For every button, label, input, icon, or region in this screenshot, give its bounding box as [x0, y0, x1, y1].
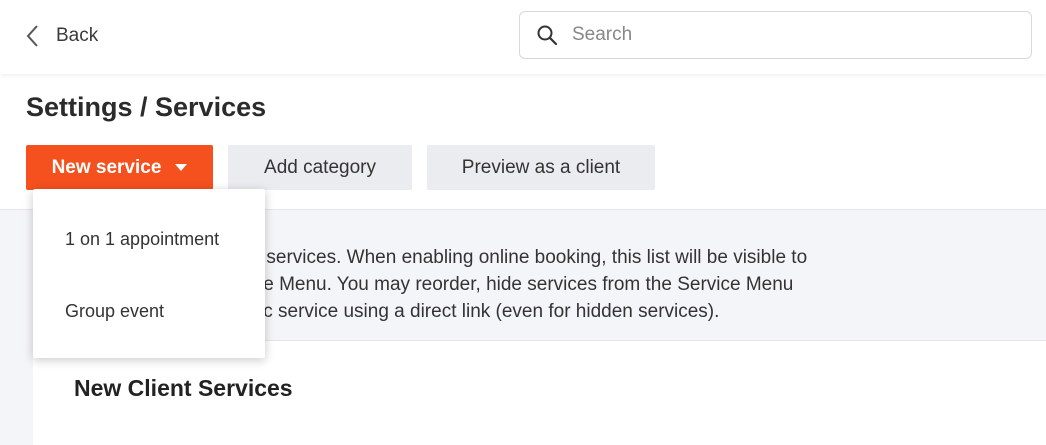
search-icon: [537, 25, 558, 46]
back-button[interactable]: Back: [24, 22, 98, 50]
new-service-dropdown-menu: 1 on 1 appointment Group event: [33, 189, 265, 358]
menu-item-one-on-one-appointment[interactable]: 1 on 1 appointment: [33, 217, 265, 261]
chevron-left-icon: [26, 25, 38, 47]
new-service-label: New service: [51, 156, 162, 178]
preview-label: Preview as a client: [461, 156, 621, 178]
add-category-label: Add category: [264, 156, 376, 178]
menu-item-group-event[interactable]: Group event: [33, 289, 265, 333]
back-label: Back: [56, 25, 99, 46]
page-title: Settings / Services: [26, 92, 267, 122]
caret-down-icon: [175, 164, 188, 171]
preview-as-client-button[interactable]: Preview as a client: [427, 145, 655, 190]
search-box[interactable]: [519, 11, 1032, 59]
new-service-button[interactable]: New service: [26, 145, 213, 190]
add-category-button[interactable]: Add category: [228, 145, 412, 190]
section-title: New Client Services: [74, 375, 293, 401]
search-input[interactable]: [572, 24, 1012, 46]
top-bar: Back: [0, 0, 1046, 74]
